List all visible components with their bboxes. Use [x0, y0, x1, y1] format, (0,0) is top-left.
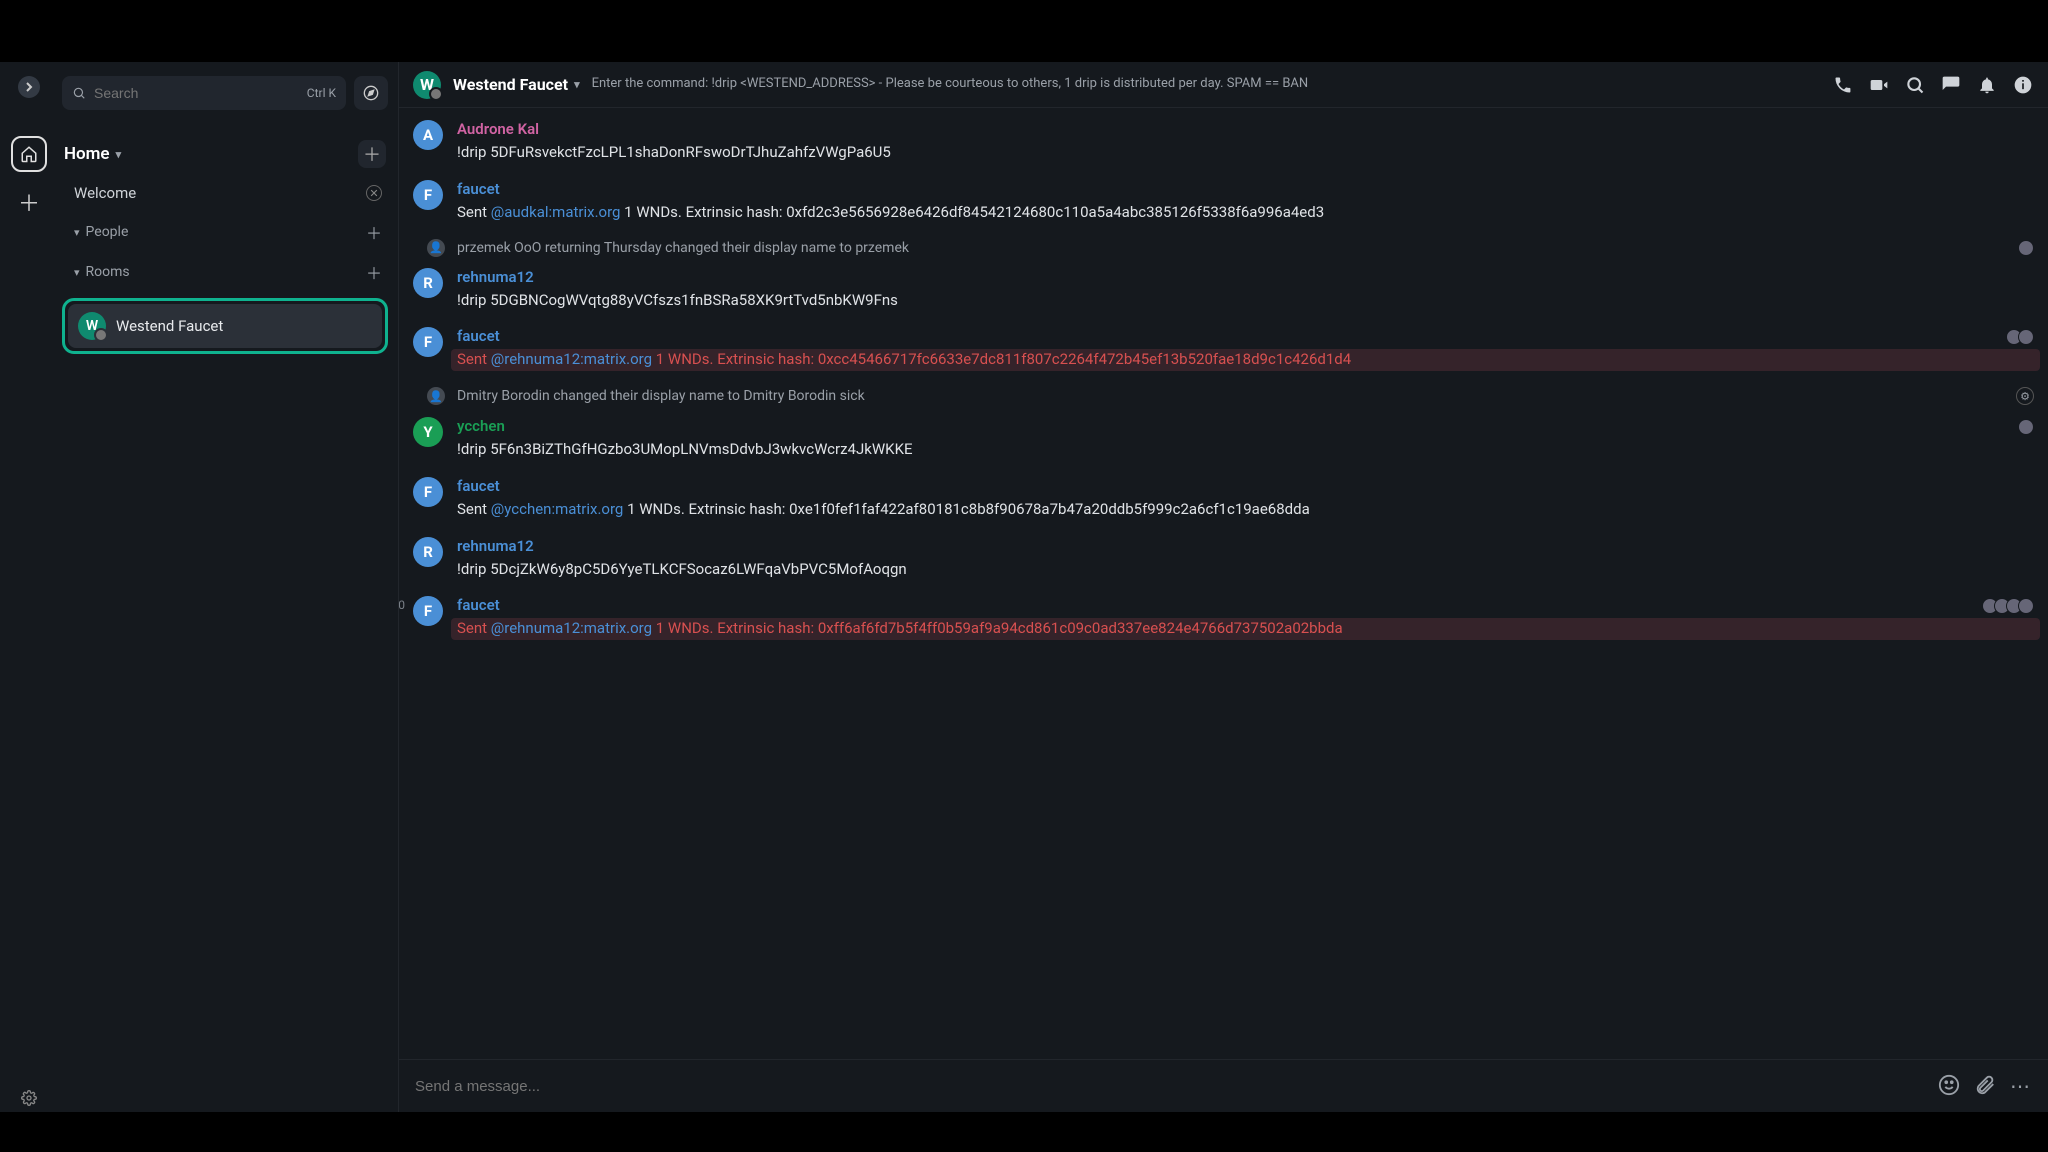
state-text: Dmitry Borodin changed their display nam… — [457, 388, 865, 404]
chevron-down-icon: ▾ — [74, 226, 80, 239]
sender-name[interactable]: faucet — [457, 596, 2034, 614]
message: Rrehnuma12 !drip 5DGBNCogWVqtg88yVCfszs1f… — [413, 262, 2034, 322]
message-content: Sent @rehnuma12:matrix.org 1 WNDs. Extri… — [457, 349, 2034, 371]
message-content: Sent @rehnuma12:matrix.org 1 WNDs. Extri… — [457, 618, 2034, 640]
settings-icon[interactable] — [21, 1090, 37, 1106]
main-panel: W Westend Faucet▾ Enter the command: !dr… — [398, 62, 2048, 1112]
room-info-icon[interactable] — [2012, 74, 2034, 96]
notifications-icon[interactable] — [1976, 74, 1998, 96]
composer-input[interactable] — [415, 1078, 1926, 1095]
message: 15:30FfaucetSent @rehnuma12:matrix.org 1… — [413, 590, 2034, 650]
more-icon[interactable]: ⋯ — [2010, 1074, 2032, 1098]
chevron-down-icon: ▾ — [74, 266, 80, 279]
add-space-button[interactable]: ＋ — [11, 184, 47, 220]
search-input[interactable]: Ctrl K — [62, 76, 346, 110]
home-space-button[interactable] — [11, 136, 47, 172]
search-field[interactable] — [94, 85, 299, 101]
search-kbd: Ctrl K — [307, 86, 336, 100]
user-mention[interactable]: @ycchen:matrix.org — [491, 500, 624, 518]
message: Yycchen !drip 5F6n3BiZThGfHGzbo3UMopLNVms… — [413, 411, 2034, 471]
welcome-label: Welcome — [74, 184, 136, 202]
avatar[interactable]: Y — [413, 417, 443, 447]
message-content: Sent @ycchen:matrix.org 1 WNDs. Extrinsi… — [457, 499, 2034, 521]
message-content: Sent @audkal:matrix.org 1 WNDs. Extrinsi… — [457, 202, 2034, 224]
message: Rrehnuma12 !drip 5DcjZkW6y8pC5D6YyeTLKCFS… — [413, 531, 2034, 591]
sender-name[interactable]: ycchen — [457, 417, 2034, 435]
message: A Audrone Kal !drip 5DFuRsvekctFzcLPL1shaD… — [413, 114, 2034, 174]
read-receipts[interactable] — [2022, 240, 2034, 256]
message: Ffaucet Sent @audkal:matrix.org 1 WNDs. E… — [413, 174, 2034, 234]
rooms-section[interactable]: ▾ Rooms ＋ — [62, 252, 388, 292]
message-composer: ⋯ — [399, 1059, 2048, 1112]
chevron-down-icon: ▾ — [574, 78, 580, 91]
sender-name[interactable]: faucet — [457, 327, 2034, 345]
sender-name[interactable]: rehnuma12 — [457, 268, 2034, 286]
room-header-title[interactable]: Westend Faucet▾ — [453, 75, 580, 94]
search-icon — [72, 86, 86, 100]
read-receipts[interactable] — [2010, 329, 2034, 345]
add-room-button[interactable]: ＋ — [358, 140, 386, 168]
message-content: !drip 5DcjZkW6y8pC5D6YyeTLKCFSocaz6LWFqa… — [457, 559, 2034, 581]
state-event: 👤 przemek OoO returning Thursday changed … — [413, 234, 2034, 262]
emoji-icon[interactable] — [1938, 1074, 1960, 1098]
room-name: Westend Faucet — [116, 317, 223, 335]
read-receipts[interactable] — [2022, 419, 2034, 435]
gear-icon[interactable]: ⚙ — [2016, 387, 2034, 405]
message: Ffaucet Sent @ycchen:matrix.org 1 WNDs. E… — [413, 471, 2034, 531]
rooms-label: Rooms — [86, 264, 130, 280]
read-receipts[interactable] — [1986, 598, 2034, 614]
add-room-button[interactable]: ＋ — [366, 260, 382, 284]
explore-button[interactable] — [354, 76, 388, 110]
welcome-row[interactable]: Welcome ✕ — [62, 174, 388, 212]
person-icon: 👤 — [427, 387, 445, 405]
person-icon: 👤 — [427, 239, 445, 257]
message-content: !drip 5F6n3BiZThGfHGzbo3UMopLNVmsDdvbJ3w… — [457, 439, 2034, 461]
voice-call-icon[interactable] — [1832, 74, 1854, 96]
message-timeline[interactable]: A Audrone Kal !drip 5DFuRsvekctFzcLPL1shaD… — [399, 108, 2048, 1059]
room-topic: Enter the command: !drip <WESTEND_ADDRES… — [592, 76, 1820, 93]
room-header: W Westend Faucet▾ Enter the command: !dr… — [399, 62, 2048, 108]
search-room-icon[interactable] — [1904, 74, 1926, 96]
attach-icon[interactable] — [1974, 1074, 1996, 1098]
expand-icon[interactable] — [18, 76, 40, 98]
avatar[interactable]: F — [413, 327, 443, 357]
message-timestamp: 15:30 — [399, 598, 411, 612]
avatar[interactable]: R — [413, 268, 443, 298]
state-text: przemek OoO returning Thursday changed t… — [457, 240, 909, 256]
room-list-sidebar: Ctrl K Home▾ ＋ Welcome ✕ ▾ People ＋ ▾ Room… — [58, 62, 398, 1112]
chevron-down-icon: ▾ — [116, 148, 122, 161]
close-icon[interactable]: ✕ — [366, 185, 382, 201]
sender-name[interactable]: faucet — [457, 180, 2034, 198]
message-content: !drip 5DGBNCogWVqtg88yVCfszs1fnBSRa58XK9… — [457, 290, 2034, 312]
sender-name[interactable]: faucet — [457, 477, 2034, 495]
room-header-avatar[interactable]: W — [413, 71, 441, 99]
video-call-icon[interactable] — [1868, 74, 1890, 96]
sender-name[interactable]: Audrone Kal — [457, 120, 2034, 138]
spaces-rail: ＋ — [0, 62, 58, 1112]
avatar[interactable]: F — [413, 180, 443, 210]
room-avatar: W — [78, 312, 106, 340]
user-mention[interactable]: @audkal:matrix.org — [491, 203, 621, 221]
sender-name[interactable]: rehnuma12 — [457, 537, 2034, 555]
add-person-button[interactable]: ＋ — [366, 220, 382, 244]
space-title[interactable]: Home▾ — [64, 144, 121, 164]
people-section[interactable]: ▾ People ＋ — [62, 212, 388, 252]
room-tile-selected[interactable]: W Westend Faucet — [62, 298, 388, 354]
avatar[interactable]: R — [413, 537, 443, 567]
avatar[interactable]: F — [413, 596, 443, 626]
message-content: !drip 5DFuRsvekctFzcLPL1shaDonRFswoDrTJh… — [457, 142, 2034, 164]
avatar[interactable]: A — [413, 120, 443, 150]
people-label: People — [86, 224, 129, 240]
message: Ffaucet Sent @rehnuma12:matrix.org 1 WNDs… — [413, 321, 2034, 381]
threads-icon[interactable] — [1940, 74, 1962, 96]
state-event: 👤 Dmitry Borodin changed their display na… — [413, 381, 2034, 411]
user-mention[interactable]: @rehnuma12:matrix.org — [491, 619, 652, 637]
avatar[interactable]: F — [413, 477, 443, 507]
user-mention[interactable]: @rehnuma12:matrix.org — [491, 350, 652, 368]
